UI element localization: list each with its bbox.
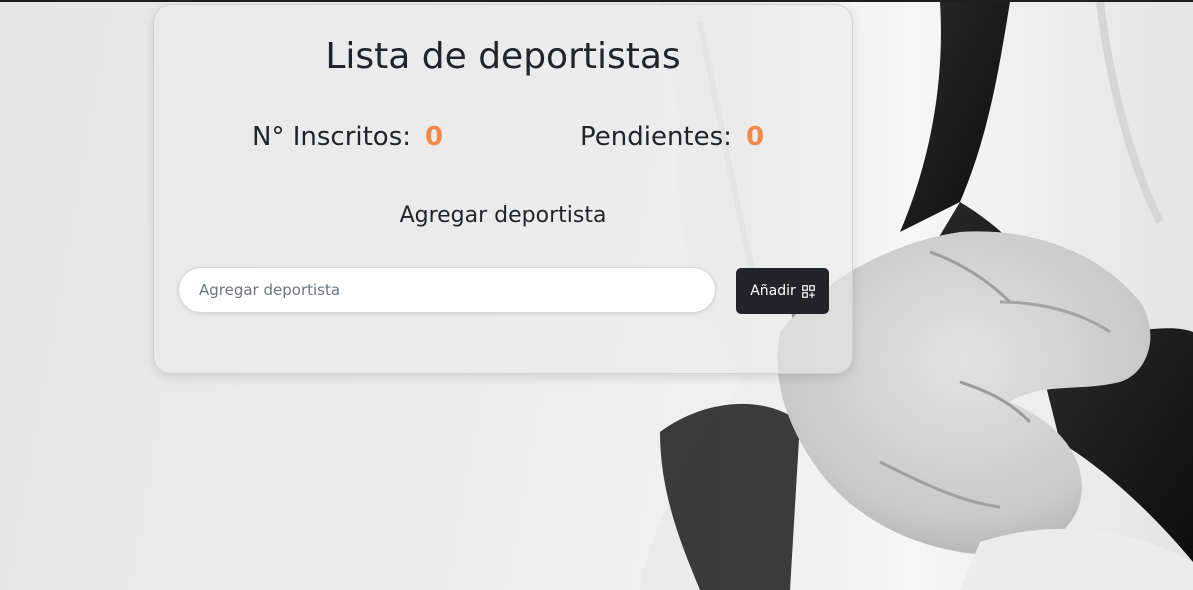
- athletes-card: Lista de deportistas N° Inscritos: 0 Pend…: [153, 4, 853, 374]
- add-section-title: Agregar deportista: [399, 203, 607, 228]
- stat-inscritos-label: N° Inscritos:: [252, 122, 412, 152]
- stat-inscritos: N° Inscritos: 0: [252, 117, 443, 157]
- add-button-label: Añadir: [750, 283, 796, 299]
- grid-add-icon: [801, 284, 815, 298]
- stat-pendientes: Pendientes: 0: [580, 117, 764, 157]
- add-athlete-input[interactable]: [178, 267, 716, 313]
- stats-row: N° Inscritos: 0 Pendientes: 0: [154, 117, 852, 157]
- page-title: Lista de deportistas: [325, 36, 681, 77]
- stat-inscritos-value: 0: [425, 122, 444, 152]
- stat-pendientes-value: 0: [745, 122, 765, 152]
- add-athlete-button[interactable]: Añadir: [736, 268, 829, 314]
- stat-pendientes-label: Pendientes:: [580, 122, 732, 152]
